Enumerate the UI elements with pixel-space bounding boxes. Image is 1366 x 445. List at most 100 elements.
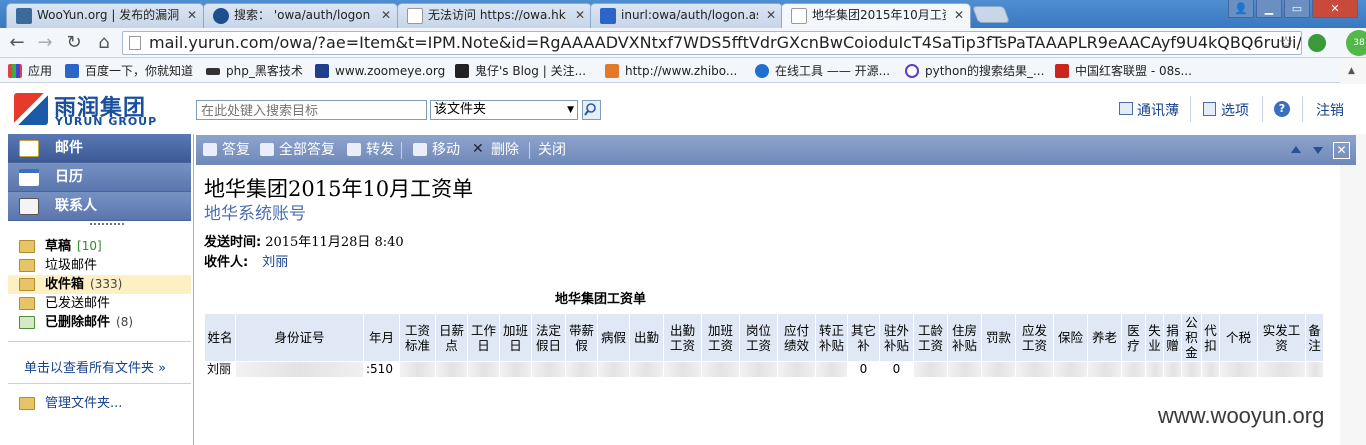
extension-icon[interactable]: [1308, 34, 1326, 52]
nav-module-mail[interactable]: 邮件: [8, 134, 191, 163]
table-cell-redacted: [1087, 361, 1122, 378]
column-header: 转正补贴: [815, 313, 848, 362]
folder-junk[interactable]: 垃圾邮件: [8, 256, 191, 275]
bookmark-item[interactable]: 中国红客联盟 - 08s...: [1055, 62, 1192, 80]
bookmark-item[interactable]: http://www.zhibo...: [605, 62, 737, 80]
delete-button[interactable]: ✕ 删除: [469, 139, 519, 161]
apps-grid-icon: [8, 64, 22, 78]
folder-icon: [19, 297, 35, 310]
bookmark-item[interactable]: php_黑客技术: [206, 62, 303, 80]
forward-button[interactable]: 转发: [344, 139, 394, 161]
folder-inbox[interactable]: 收件箱 (333): [8, 275, 191, 294]
search-scope-select[interactable]: 该文件夹 ▼: [430, 100, 578, 120]
table-cell-redacted: [739, 361, 778, 378]
play-icon: [905, 64, 919, 78]
table-header-row: 姓名 身份证号 年月 工资标准 日薪点 工作日 加班日 法定假日 带薪假 病假 …: [204, 313, 1324, 362]
column-header: 日薪点: [435, 313, 468, 362]
tab-close-icon[interactable]: ✕: [187, 4, 197, 26]
tab-title: WooYun.org | 发布的漏洞: [37, 8, 179, 22]
scroll-up-icon[interactable]: ▲: [1348, 66, 1355, 76]
bookmark-apps[interactable]: 应用: [8, 62, 52, 80]
folder-sent[interactable]: 已发送邮件: [8, 294, 191, 313]
table-cell-redacted: [777, 361, 816, 378]
folder-count: (333): [90, 277, 123, 291]
search-input[interactable]: [196, 100, 427, 120]
reply-all-button[interactable]: 全部答复: [257, 139, 335, 161]
previous-item-icon[interactable]: [1290, 144, 1302, 156]
table-cell-redacted: [467, 361, 500, 378]
recipient-row: 收件人: 刘丽: [204, 251, 288, 270]
resize-grip[interactable]: [90, 223, 124, 226]
table-cell-redacted: [1053, 361, 1088, 378]
folder-deleted[interactable]: 已删除邮件 (8): [8, 313, 191, 332]
address-book-link[interactable]: 通讯薄: [1137, 100, 1179, 120]
tab-close-icon[interactable]: ✕: [575, 4, 585, 26]
header-divider: [1262, 96, 1263, 122]
browser-tab-search[interactable]: 搜索： 'owa/auth/logon ✕: [203, 3, 398, 28]
user-profile-icon[interactable]: 👤: [1228, 0, 1254, 18]
minimize-button[interactable]: ▁: [1256, 0, 1282, 18]
column-header: 备注: [1305, 313, 1324, 362]
back-icon[interactable]: ←: [6, 32, 28, 54]
toolbar-divider: [401, 142, 402, 159]
nav-module-contacts[interactable]: 联系人: [8, 192, 191, 221]
browser-tab-inurl[interactable]: inurl:owa/auth/logon.as ✕: [590, 3, 783, 28]
wooyun-watermark: www.wooyun.org: [1158, 403, 1325, 428]
search-button[interactable]: [582, 100, 601, 120]
bookmark-item[interactable]: 鬼仔's Blog | 关注...: [455, 62, 586, 80]
folder-drafts[interactable]: 草稿 [10]: [8, 237, 191, 256]
browser-tab-wooyun[interactable]: WooYun.org | 发布的漏洞 ✕: [6, 3, 204, 28]
bookmark-item[interactable]: www.zoomeye.org: [315, 62, 445, 80]
close-message-button[interactable]: 关闭: [516, 139, 566, 161]
tab-close-icon[interactable]: ✕: [766, 4, 776, 26]
table-cell-redacted: [981, 361, 1016, 378]
tab-close-icon[interactable]: ✕: [954, 4, 964, 26]
owa-header: 雨润集团 YURUN GROUP 该文件夹 ▼ 通讯薄 选项 ? 注销: [0, 84, 1366, 134]
move-button[interactable]: 移动: [410, 139, 460, 161]
close-pane-icon[interactable]: ✕: [1333, 142, 1350, 159]
page-favicon-icon: [407, 8, 423, 24]
reload-icon[interactable]: ↻: [63, 32, 85, 54]
table-cell-redacted: [399, 361, 436, 378]
bookmark-item[interactable]: python的搜索结果_...: [905, 62, 1044, 80]
wooyun-favicon-icon: [16, 8, 32, 24]
bookmark-star-icon[interactable]: ☆: [1275, 32, 1297, 54]
address-book-icon: [1119, 102, 1133, 115]
pane-divider[interactable]: [193, 134, 194, 445]
column-header: 工资标准: [399, 313, 436, 362]
table-cell-redacted: [1257, 361, 1306, 378]
h-icon: [605, 64, 619, 78]
options-link[interactable]: 选项: [1221, 100, 1249, 120]
manage-folders-link[interactable]: 管理文件夹...: [8, 394, 191, 413]
window-close-button[interactable]: ✕: [1312, 0, 1358, 18]
bookmark-item[interactable]: 在线工具 —— 开源...: [755, 62, 890, 80]
browser-toolbar: ← → ↻ ⌂ mail.yurun.com/owa/?ae=Item&t=IP…: [0, 28, 1366, 58]
maximize-button[interactable]: ▭: [1284, 0, 1310, 18]
page-favicon-icon: [791, 8, 807, 24]
help-icon[interactable]: ?: [1274, 101, 1290, 117]
recipient-name[interactable]: 刘丽: [262, 255, 288, 270]
contacts-card-icon: [19, 198, 39, 215]
new-tab-button[interactable]: [971, 6, 1011, 23]
message-sender[interactable]: 地华系统账号: [204, 199, 306, 224]
next-item-icon[interactable]: [1312, 144, 1324, 156]
zoomeye-icon: [315, 64, 329, 78]
browser-tab-error[interactable]: 无法访问 https://owa.hk ✕: [397, 3, 592, 28]
logout-link[interactable]: 注销: [1316, 100, 1344, 120]
bookmark-item[interactable]: 百度一下，你就知道: [65, 62, 193, 80]
inbox-folder-icon: [19, 278, 35, 291]
reply-button[interactable]: 答复: [200, 139, 250, 161]
tab-close-icon[interactable]: ✕: [381, 4, 391, 26]
column-header: 个税: [1219, 313, 1258, 362]
view-all-folders-link[interactable]: 单击以查看所有文件夹 »: [24, 357, 166, 376]
reply-all-icon: [260, 143, 274, 156]
nav-module-calendar[interactable]: 日历: [8, 163, 191, 192]
extension-badge[interactable]: 38: [1346, 30, 1366, 56]
address-url: mail.yurun.com/owa/?ae=Item&t=IPM.Note&i…: [149, 33, 1302, 52]
browser-tab-active[interactable]: 地华集团2015年10月工资 ✕: [781, 3, 971, 28]
address-bar[interactable]: mail.yurun.com/owa/?ae=Item&t=IPM.Note&i…: [122, 31, 1302, 55]
column-header: 加班日: [499, 313, 532, 362]
home-icon[interactable]: ⌂: [93, 32, 115, 54]
forward-icon[interactable]: →: [34, 32, 56, 54]
table-cell-redacted: [435, 361, 468, 378]
